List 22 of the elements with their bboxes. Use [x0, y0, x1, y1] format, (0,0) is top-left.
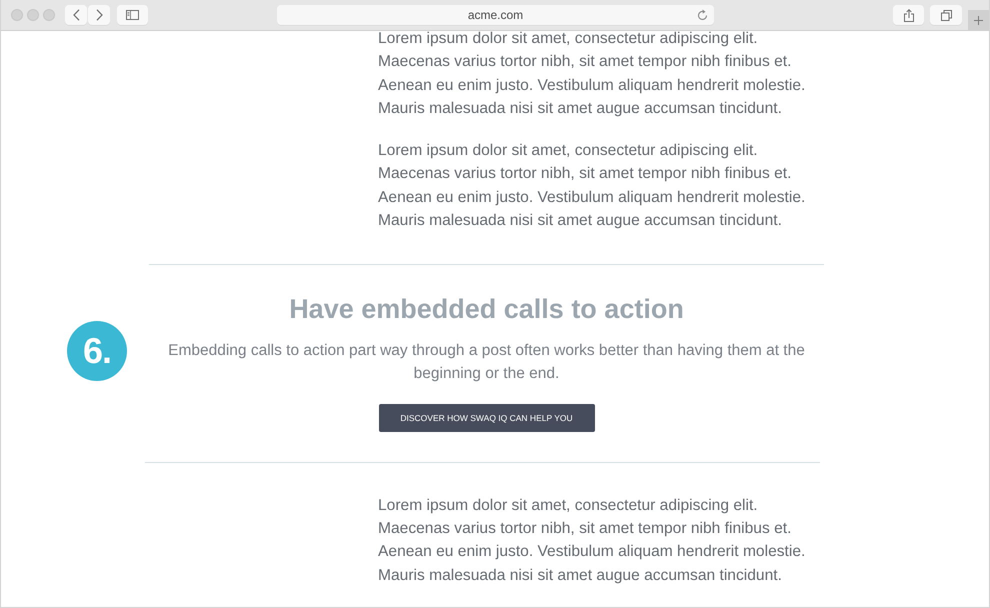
tabs-icon	[940, 10, 952, 20]
sidebar-button[interactable]	[117, 5, 148, 25]
tabs-button[interactable]	[930, 5, 962, 25]
reload-icon[interactable]	[697, 9, 708, 21]
new-tab-button[interactable]	[968, 10, 989, 31]
call-to-action-button[interactable]: DISCOVER HOW SWAQ IQ CAN HELP YOU	[378, 404, 594, 432]
plus-icon	[974, 16, 983, 25]
body-paragraph: Lorem ipsum dolor sit amet, consectetur adipiscing elit. Maecenas varius tortor nibh, sit amet tempor nibh finibus et. Aenean eu enim justo. Vestibulum aliquam hendrerit molestie. Mauris malesuada nisi sit amet augue accumsan tincidunt.	[378, 141, 806, 232]
step-number: 6.	[67, 320, 127, 381]
body-paragraph: Lorem ipsum dolor sit amet, consectetur adipiscing elit. Maecenas varius tortor nibh, sit amet tempor nibh finibus et. Aenean eu enim justo. Vestibulum aliquam hendrerit molestie. Mauris malesuada nisi sit amet augue accumsan tincidunt.	[378, 496, 806, 586]
forward-button[interactable]	[88, 5, 110, 25]
back-button[interactable]	[65, 5, 87, 25]
share-icon	[904, 8, 914, 22]
share-button[interactable]	[893, 5, 924, 25]
section-heading: Have embedded calls to action	[288, 292, 685, 326]
url-text: acme.com	[468, 8, 524, 22]
address-bar[interactable]: acme.com	[277, 5, 714, 25]
chevron-right-icon	[96, 9, 102, 21]
sidebar-icon	[126, 10, 139, 20]
chevron-left-icon	[72, 9, 80, 21]
section-description: Embedding calls to action part way through a post often works better than having them at the beginning or the end.	[167, 340, 806, 384]
body-paragraph: Lorem ipsum dolor sit amet, consectetur adipiscing elit. Maecenas varius tortor nibh, sit amet tempor nibh finibus et. Aenean eu enim justo. Vestibulum aliquam hendrerit molestie. Mauris malesuada nisi sit amet augue accumsan tincidunt.	[378, 31, 806, 119]
